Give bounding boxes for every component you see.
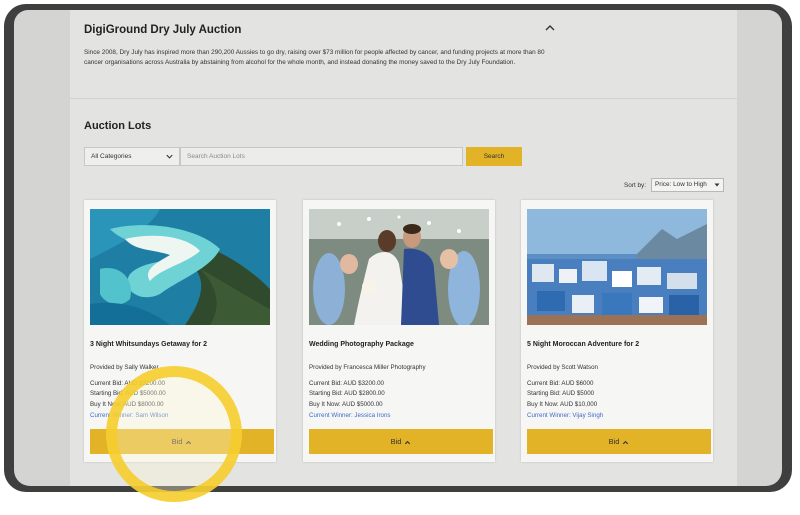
chevron-up-icon[interactable] bbox=[543, 21, 557, 35]
bid-button[interactable]: Bid bbox=[527, 429, 711, 454]
category-selected: All Categories bbox=[91, 153, 132, 160]
lot-card[interactable]: 3 Night Whitsundays Getaway for 2 Provid… bbox=[84, 200, 276, 462]
bid-label: Bid bbox=[390, 437, 402, 446]
lot-title: 5 Night Moroccan Adventure for 2 bbox=[527, 341, 640, 348]
screen: DigiGround Dry July Auction Since 2008, … bbox=[14, 10, 782, 486]
auction-description: Since 2008, Dry July has inspired more t… bbox=[84, 49, 545, 66]
chevron-down-icon bbox=[166, 154, 173, 159]
lot-card[interactable]: Wedding Photography Package Provided by … bbox=[303, 200, 495, 462]
buy-it-now: Buy It Now: AUD $10,000 bbox=[527, 401, 598, 408]
current-bid: Current Bid: AUD $3200.00 bbox=[309, 380, 384, 387]
buy-it-now: Buy It Now: AUD $8000.00 bbox=[90, 401, 164, 408]
buy-it-now: Buy It Now: AUD $5000.00 bbox=[309, 401, 383, 408]
tablet-frame: DigiGround Dry July Auction Since 2008, … bbox=[4, 4, 792, 492]
caret-up-icon bbox=[623, 440, 629, 444]
lot-image-morocco[interactable] bbox=[527, 209, 707, 325]
triangle-down-icon bbox=[714, 183, 720, 187]
search-button[interactable]: Search bbox=[466, 147, 522, 166]
bid-label: Bid bbox=[171, 437, 183, 446]
starting-bid: Starting Bid: AUD $2800.00 bbox=[309, 390, 385, 397]
current-winner[interactable]: Current Winner: Vijay Singh bbox=[527, 412, 603, 419]
category-select[interactable]: All Categories bbox=[84, 147, 180, 166]
current-bid: Current Bid: AUD $3200.00 bbox=[90, 380, 165, 387]
lot-title: Wedding Photography Package bbox=[309, 341, 414, 348]
search-input[interactable] bbox=[180, 147, 463, 166]
sort-label: Sort by: bbox=[624, 182, 647, 189]
auction-page: DigiGround Dry July Auction Since 2008, … bbox=[70, 10, 737, 486]
lot-image-whitsundays[interactable] bbox=[90, 209, 270, 325]
current-winner[interactable]: Current Winner: Sam Wilson bbox=[90, 412, 168, 419]
lot-provider: Provided by Francesca Miller Photography bbox=[309, 364, 426, 371]
lots-heading: Auction Lots bbox=[84, 120, 152, 132]
starting-bid: Starting Bid: AUD $5000.00 bbox=[90, 390, 166, 397]
caret-up-icon bbox=[186, 440, 192, 444]
current-winner[interactable]: Current Winner: Jessica Irons bbox=[309, 412, 391, 419]
bid-label: Bid bbox=[608, 437, 620, 446]
lot-provider: Provided by Scott Watson bbox=[527, 364, 598, 371]
section-divider bbox=[70, 98, 737, 99]
lot-title: 3 Night Whitsundays Getaway for 2 bbox=[90, 341, 208, 348]
bid-button[interactable]: Bid bbox=[90, 429, 274, 454]
bid-button[interactable]: Bid bbox=[309, 429, 493, 454]
current-bid: Current Bid: AUD $6000 bbox=[527, 380, 594, 387]
auction-title: DigiGround Dry July Auction bbox=[84, 24, 242, 36]
lot-card[interactable]: 5 Night Moroccan Adventure for 2 Provide… bbox=[521, 200, 713, 462]
lot-image-wedding[interactable] bbox=[309, 209, 489, 325]
lot-provider: Provided by Sally Walker bbox=[90, 364, 159, 371]
sort-selected: Price: Low to High bbox=[655, 181, 707, 188]
starting-bid: Starting Bid: AUD $5000 bbox=[527, 390, 595, 397]
caret-up-icon bbox=[405, 440, 411, 444]
sort-select[interactable]: Price: Low to High bbox=[651, 178, 724, 192]
